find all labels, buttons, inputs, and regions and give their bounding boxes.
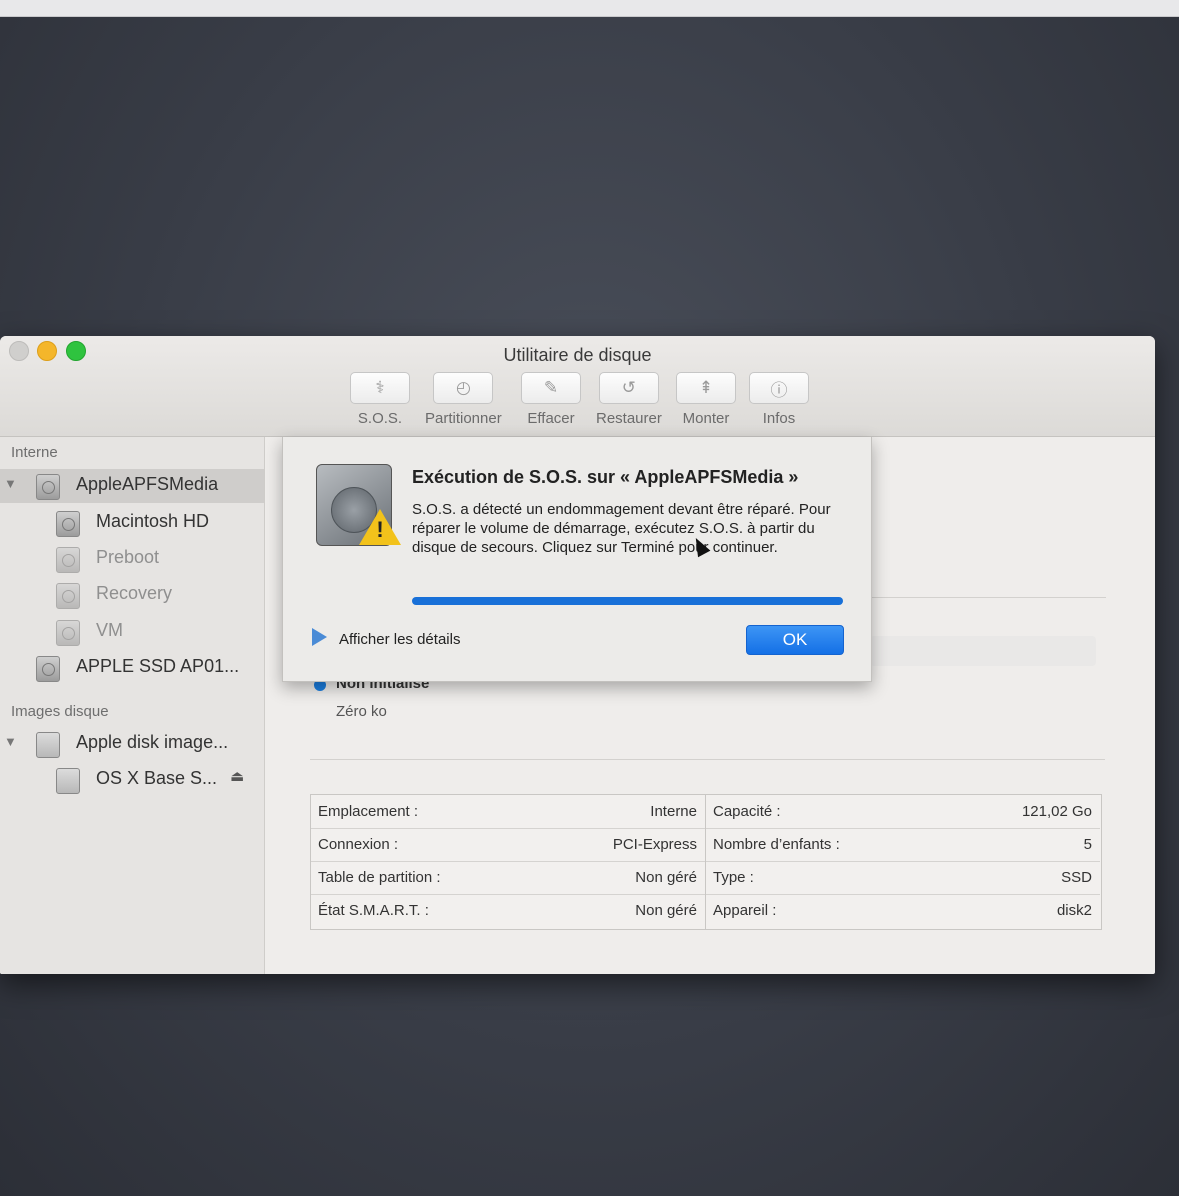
disk-image-icon xyxy=(56,768,80,794)
sidebar-item-appleapfsmedia[interactable]: ▼ AppleAPFSMedia xyxy=(0,469,264,503)
sidebar-item-label: Recovery xyxy=(96,583,173,603)
info-value: Non géré xyxy=(635,902,697,919)
toolbar-restore-button[interactable]: ↺ Restaurer xyxy=(596,372,662,427)
info-value: 5 xyxy=(1083,836,1092,853)
info-icon: ⓘ xyxy=(749,372,809,404)
sidebar-item-macintosh-hd[interactable]: Macintosh HD xyxy=(0,506,264,540)
disclosure-triangle-icon[interactable]: ▼ xyxy=(4,734,17,749)
legend-size: Zéro ko xyxy=(336,703,387,720)
info-row: Nombre d’enfants : 5 xyxy=(706,828,1100,862)
warning-exclamation-icon: ! xyxy=(376,517,384,542)
info-value: PCI-Express xyxy=(612,836,697,853)
disk-icon xyxy=(56,547,80,573)
dialog-title: Exécution de S.O.S. sur « AppleAPFSMedia… xyxy=(412,467,799,487)
dialog-message: S.O.S. a détecté un endommagement devant… xyxy=(412,501,831,556)
disk-icon xyxy=(56,583,80,609)
toolbar-sos-button[interactable]: ⚕ S.O.S. xyxy=(350,372,410,427)
erase-icon: ✎ xyxy=(521,372,581,404)
info-row: Type : SSD xyxy=(706,861,1100,895)
sidebar-item-apple-ssd[interactable]: APPLE SSD AP01... xyxy=(0,651,264,685)
sidebar-item-label: VM xyxy=(96,620,123,640)
sidebar-item-label: AppleAPFSMedia xyxy=(76,474,219,494)
toolbar-mount-button[interactable]: ⇞ Monter xyxy=(676,372,736,427)
disk-icon xyxy=(36,656,60,682)
eject-icon[interactable]: ⏏ xyxy=(230,767,244,785)
info-row: Table de partition : Non géré xyxy=(311,861,705,895)
toolbar-partition-button[interactable]: ◴ Partitionner xyxy=(425,372,502,427)
info-row: État S.M.A.R.T. : Non géré xyxy=(311,894,705,927)
toolbar-info-button[interactable]: ⓘ Infos xyxy=(749,372,809,427)
toolbar-label: Restaurer xyxy=(596,410,662,427)
info-key: Table de partition : xyxy=(318,869,441,886)
info-row: Emplacement : Interne xyxy=(311,795,705,829)
show-details-toggle[interactable]: Afficher les détails xyxy=(312,628,460,648)
disk-image-icon xyxy=(36,732,60,758)
info-key: Type : xyxy=(713,869,754,886)
info-key: Nombre d’enfants : xyxy=(713,836,840,853)
sidebar-item-label: APPLE SSD AP01... xyxy=(76,656,240,676)
sidebar-item-label: Macintosh HD xyxy=(96,511,210,531)
progress-bar xyxy=(412,597,843,605)
toolbar-label: Partitionner xyxy=(425,410,502,427)
sidebar-item-recovery[interactable]: Recovery xyxy=(0,578,264,612)
toolbar-label: Monter xyxy=(682,410,730,427)
toolbar-label: Effacer xyxy=(527,410,575,427)
info-value: disk2 xyxy=(1056,902,1092,919)
sidebar-item-label: Apple disk image... xyxy=(76,732,229,752)
disk-icon xyxy=(56,511,80,537)
sidebar-item-preboot[interactable]: Preboot xyxy=(0,542,264,576)
toolbar-label: S.O.S. xyxy=(357,410,403,427)
info-column-right: Capacité : 121,02 Go Nombre d’enfants : … xyxy=(706,795,1100,929)
divider xyxy=(310,759,1105,760)
info-value: SSD xyxy=(1061,869,1092,886)
sidebar-item-vm[interactable]: VM xyxy=(0,615,264,649)
info-row: Appareil : disk2 xyxy=(706,894,1100,927)
restore-icon: ↺ xyxy=(598,372,659,404)
stethoscope-icon: ⚕ xyxy=(350,372,410,404)
info-value: Non géré xyxy=(635,869,697,886)
sos-dialog: ! Exécution de S.O.S. sur « AppleAPFSMed… xyxy=(282,437,872,682)
info-table: Emplacement : Interne Connexion : PCI-Ex… xyxy=(310,794,1102,930)
mount-icon: ⇞ xyxy=(676,372,736,404)
info-value: 121,02 Go xyxy=(1021,803,1092,820)
sidebar-item-apple-disk-image[interactable]: ▼ Apple disk image... xyxy=(0,727,264,761)
ok-button[interactable]: OK xyxy=(746,625,844,655)
info-key: État S.M.A.R.T. : xyxy=(318,902,429,919)
title-bar: Utilitaire de disque ⚕ S.O.S. ◴ Partitio… xyxy=(0,336,1155,437)
section-disk-images: Images disque xyxy=(11,703,109,720)
window-title: Utilitaire de disque xyxy=(503,345,652,365)
info-column-left: Emplacement : Interne Connexion : PCI-Ex… xyxy=(311,795,706,929)
disclosure-triangle-icon xyxy=(312,628,327,646)
sidebar-item-os-x-base[interactable]: OS X Base S... ⏏ xyxy=(0,763,264,797)
sidebar-item-label: Preboot xyxy=(96,547,160,567)
disk-icon xyxy=(36,474,60,500)
info-row: Connexion : PCI-Express xyxy=(311,828,705,862)
divider xyxy=(870,597,1106,598)
sidebar: Interne ▼ AppleAPFSMedia Macintosh HD Pr… xyxy=(0,437,265,974)
info-row: Capacité : 121,02 Go xyxy=(706,795,1100,829)
info-key: Appareil : xyxy=(713,902,777,919)
menu-bar xyxy=(0,0,1179,17)
toolbar-erase-button[interactable]: ✎ Effacer xyxy=(521,372,581,427)
partition-icon: ◴ xyxy=(433,372,494,404)
info-key: Capacité : xyxy=(713,803,781,820)
info-value: Interne xyxy=(650,803,697,820)
usage-bar xyxy=(870,636,1096,666)
section-internal: Interne xyxy=(11,444,58,461)
sidebar-item-label: OS X Base S... xyxy=(96,768,218,788)
info-key: Connexion : xyxy=(318,836,399,853)
info-key: Emplacement : xyxy=(318,803,419,820)
disk-icon xyxy=(56,620,80,646)
toolbar-label: Infos xyxy=(762,410,796,427)
show-details-label: Afficher les détails xyxy=(339,631,461,648)
disclosure-triangle-icon[interactable]: ▼ xyxy=(4,476,17,491)
